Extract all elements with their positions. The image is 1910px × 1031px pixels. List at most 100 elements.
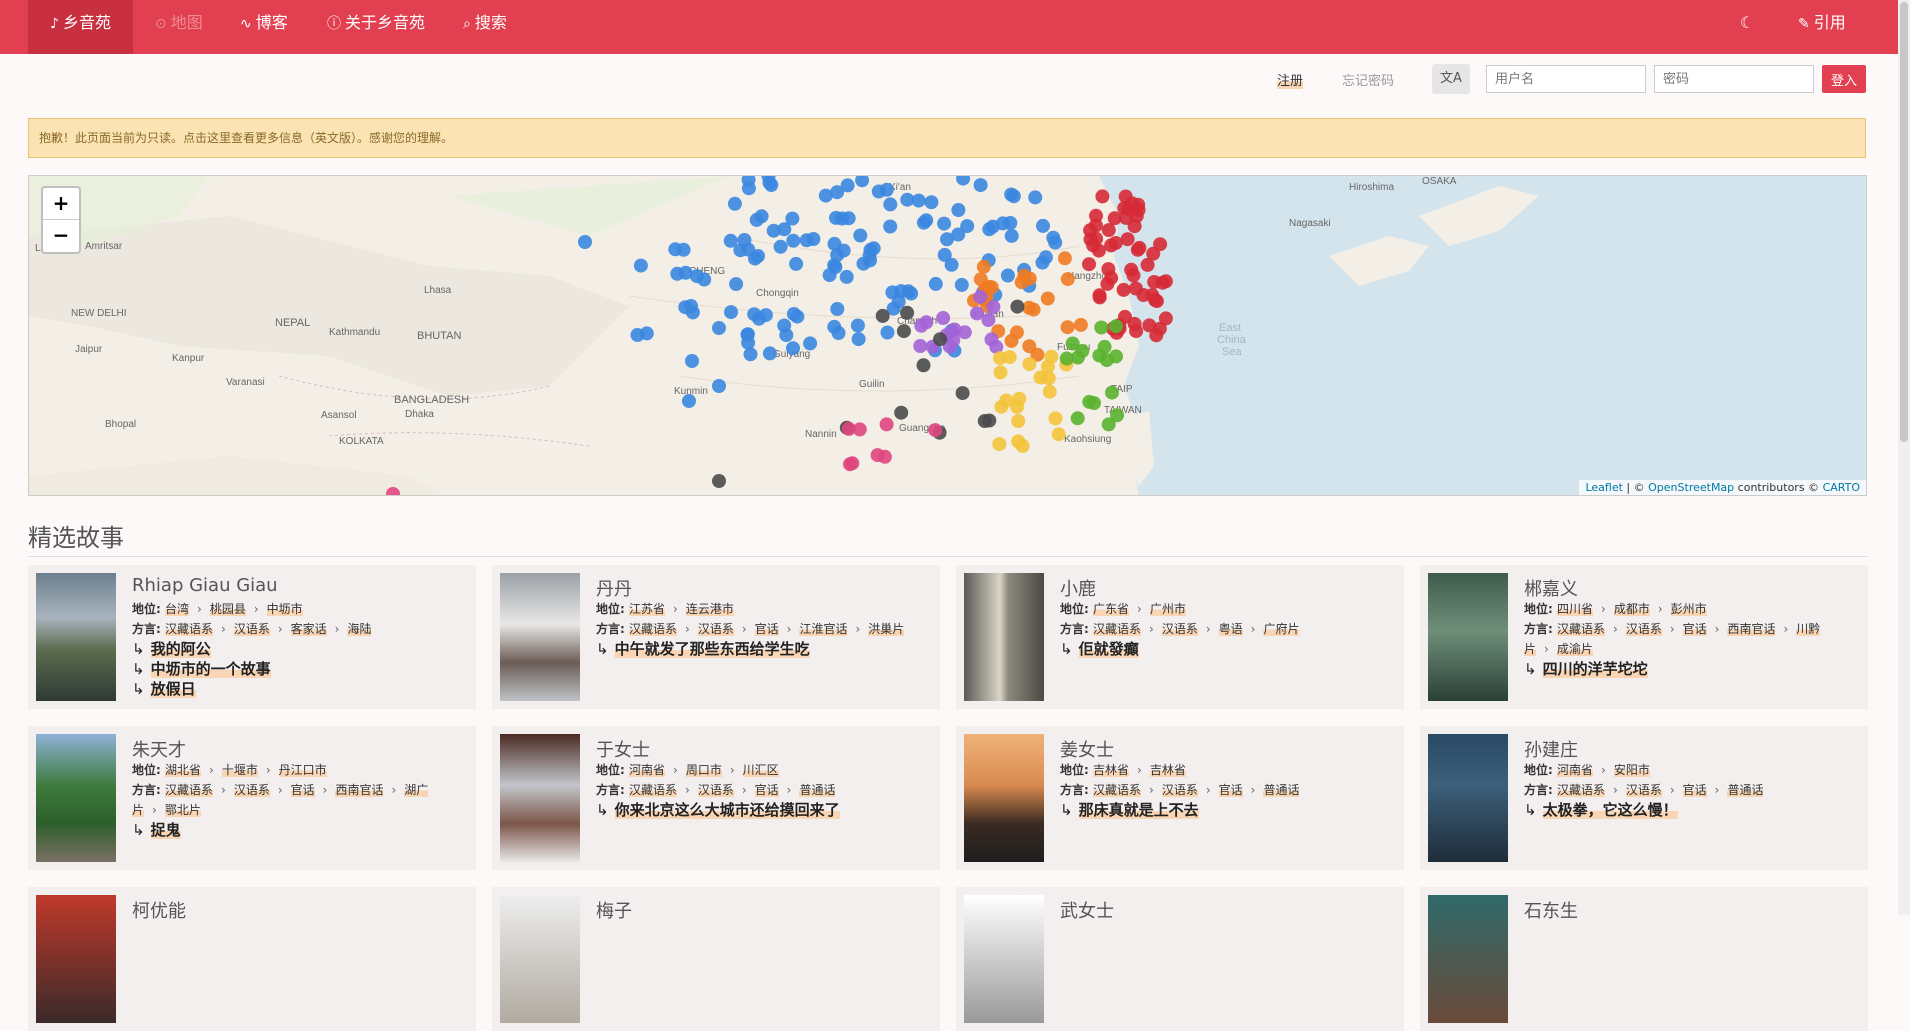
scrollbar-thumb[interactable]: [1900, 2, 1908, 442]
speaker-photo[interactable]: [500, 895, 580, 1023]
dialect-link[interactable]: 西南官话: [1727, 622, 1776, 636]
story-marker[interactable]: [712, 321, 726, 335]
story-marker[interactable]: [1022, 300, 1037, 315]
story-marker[interactable]: [676, 242, 691, 257]
story-marker[interactable]: [1147, 275, 1162, 289]
story-marker[interactable]: [682, 394, 696, 408]
story-marker[interactable]: [1082, 257, 1096, 272]
story-marker[interactable]: [1004, 228, 1019, 243]
dialect-link[interactable]: 官话: [754, 783, 779, 797]
dialect-link[interactable]: 普通话: [799, 783, 836, 797]
dialect-link[interactable]: 西南官话: [335, 783, 384, 797]
dialect-link[interactable]: 官话: [754, 622, 779, 636]
story-marker[interactable]: [880, 325, 895, 340]
dialect-link[interactable]: 汉藏语系: [628, 783, 677, 797]
story-marker[interactable]: [1070, 411, 1085, 426]
dark-mode-toggle[interactable]: ☾: [1740, 0, 1754, 54]
story-marker[interactable]: [883, 219, 898, 234]
dialect-link[interactable]: 鄂北片: [164, 803, 201, 817]
story-marker[interactable]: [993, 351, 1008, 366]
story-marker[interactable]: [1036, 218, 1050, 233]
nav-about-link[interactable]: ⓘ 关于乡音苑: [327, 0, 425, 54]
page-scrollbar[interactable]: [1898, 0, 1910, 915]
dialect-link[interactable]: 汉语系: [1625, 783, 1662, 797]
story-title-link[interactable]: ↳ 中午就发了那些东西给学生吃: [596, 639, 934, 659]
dialect-link[interactable]: 客家话: [290, 622, 327, 636]
story-marker[interactable]: [928, 276, 943, 291]
story-marker[interactable]: [841, 421, 856, 436]
story-title-link[interactable]: ↳ 那床真就是上不去: [1060, 800, 1398, 820]
story-marker[interactable]: [995, 216, 1010, 231]
story-marker[interactable]: [827, 236, 842, 251]
nav-cite-link[interactable]: ✎ 引用: [1798, 0, 1846, 54]
speaker-name[interactable]: 武女士: [1060, 897, 1114, 923]
story-marker[interactable]: [1116, 282, 1131, 297]
story-marker[interactable]: [831, 326, 846, 340]
story-marker[interactable]: [727, 196, 742, 211]
speaker-name[interactable]: 小鹿: [1060, 575, 1096, 601]
story-marker[interactable]: [951, 203, 966, 217]
story-marker[interactable]: [1089, 208, 1103, 223]
nav-map-link[interactable]: ⊙ 地图: [155, 0, 203, 54]
story-marker[interactable]: [839, 269, 854, 284]
nav-blog-link[interactable]: ∿ 博客: [240, 0, 288, 54]
story-marker[interactable]: [712, 379, 726, 393]
story-marker[interactable]: [928, 423, 943, 438]
dialect-link[interactable]: 江淮官话: [799, 622, 848, 636]
story-marker[interactable]: [877, 449, 892, 464]
leaflet-link[interactable]: Leaflet: [1585, 481, 1622, 494]
story-marker[interactable]: [1101, 417, 1116, 432]
story-marker[interactable]: [993, 365, 1008, 380]
story-marker[interactable]: [1149, 294, 1164, 309]
story-marker[interactable]: [1028, 190, 1043, 205]
zoom-out-button[interactable]: −: [43, 220, 79, 251]
dialect-link[interactable]: 汉藏语系: [1092, 622, 1141, 636]
story-marker[interactable]: [1040, 359, 1055, 374]
story-map[interactable]: East China Sea OSAKA Hiroshima Nagasaki …: [28, 175, 1867, 496]
story-marker[interactable]: [982, 222, 997, 237]
dialect-link[interactable]: 汉藏语系: [1092, 783, 1141, 797]
story-marker[interactable]: [894, 284, 909, 299]
story-marker[interactable]: [916, 215, 931, 230]
story-marker[interactable]: [740, 327, 755, 342]
speaker-name[interactable]: 朱天才: [132, 736, 186, 762]
story-marker[interactable]: [741, 181, 756, 196]
story-marker[interactable]: [1009, 325, 1024, 340]
dialect-link[interactable]: 汉语系: [697, 622, 734, 636]
story-marker[interactable]: [871, 184, 886, 199]
dialect-link[interactable]: 汉藏语系: [628, 622, 677, 636]
story-marker[interactable]: [840, 178, 855, 193]
story-marker[interactable]: [724, 305, 738, 320]
speaker-name[interactable]: 柯优能: [132, 897, 186, 923]
language-button[interactable]: 文A: [1432, 64, 1470, 94]
story-marker[interactable]: [741, 242, 756, 257]
story-marker[interactable]: [803, 336, 818, 351]
map-tiles[interactable]: East China Sea OSAKA Hiroshima Nagasaki …: [29, 176, 1867, 496]
story-marker[interactable]: [976, 259, 991, 274]
dialect-link[interactable]: 汉语系: [697, 783, 734, 797]
story-marker[interactable]: [786, 233, 801, 248]
story-marker[interactable]: [1136, 288, 1151, 302]
story-title-link[interactable]: ↳ 中坜市的一个故事: [132, 659, 470, 679]
story-marker[interactable]: [1057, 251, 1072, 266]
story-marker[interactable]: [1042, 384, 1057, 399]
nav-brand-link[interactable]: ♪ 乡音苑: [28, 0, 133, 54]
story-marker[interactable]: [1046, 230, 1061, 245]
story-marker[interactable]: [1087, 396, 1101, 411]
story-marker[interactable]: [766, 223, 781, 238]
story-marker[interactable]: [670, 266, 685, 281]
speaker-photo[interactable]: [36, 895, 116, 1023]
location-link[interactable]: 连云港市: [685, 602, 734, 616]
story-marker[interactable]: [981, 313, 996, 327]
story-marker[interactable]: [1105, 385, 1119, 400]
story-marker[interactable]: [1149, 328, 1164, 343]
dialect-link[interactable]: 普通话: [1727, 783, 1764, 797]
nav-search-link[interactable]: ⌕ 搜索: [463, 0, 507, 54]
story-marker[interactable]: [777, 318, 792, 333]
story-marker[interactable]: [1000, 268, 1015, 283]
speaker-name[interactable]: 梅子: [596, 897, 632, 923]
login-button[interactable]: 登入: [1822, 65, 1866, 93]
story-marker[interactable]: [916, 358, 931, 373]
location-link[interactable]: 川汇区: [742, 763, 779, 777]
story-marker[interactable]: [1095, 189, 1110, 204]
